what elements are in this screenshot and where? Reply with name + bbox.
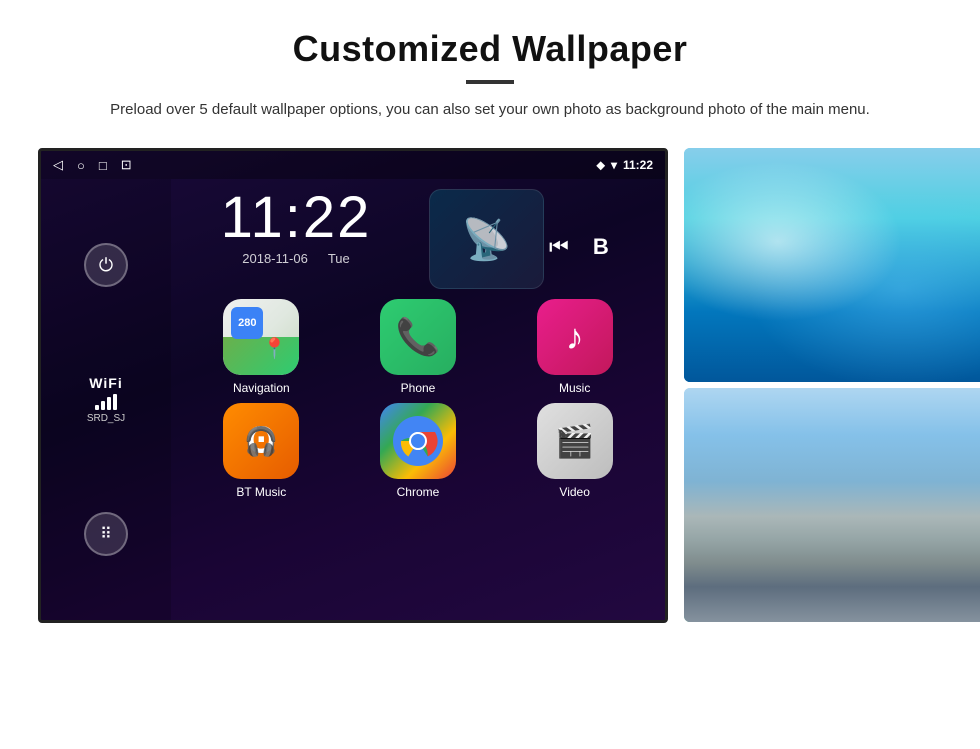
wifi-bar-2 bbox=[101, 401, 105, 410]
wifi-broadcast-icon: 📡 bbox=[462, 216, 512, 263]
sidebar: ⏻ WiFi SRD_SJ ⠿ bbox=[41, 179, 171, 620]
time-display: 11:22 bbox=[623, 158, 653, 172]
nav-badge: 280 bbox=[231, 307, 263, 339]
clock-date-value: 2018-11-06 bbox=[242, 251, 308, 266]
wallpaper-thumbnails: CarSetting bbox=[684, 148, 980, 640]
wifi-label: WiFi bbox=[87, 375, 125, 391]
clock-time: 11:22 bbox=[171, 189, 421, 247]
wifi-info: WiFi SRD_SJ bbox=[87, 375, 125, 424]
bridge-wallpaper-svg bbox=[684, 388, 980, 622]
music-note-symbol: ♪ bbox=[566, 316, 584, 358]
wallpaper-ice[interactable] bbox=[684, 148, 980, 382]
status-bar: ◁ ○ □ ⊡ ⬥ ▾ 11:22 bbox=[41, 151, 665, 179]
content-area: ◁ ○ □ ⊡ ⬥ ▾ 11:22 ⏻ WiFi bbox=[0, 148, 980, 640]
ice-wallpaper-svg bbox=[684, 148, 980, 382]
back-icon[interactable]: ◁ bbox=[53, 157, 63, 173]
phone-label: Phone bbox=[401, 381, 436, 395]
navigation-label: Navigation bbox=[233, 381, 290, 395]
video-icon: 🎬 bbox=[537, 403, 613, 479]
clock-section: 11:22 2018-11-06 Tue bbox=[171, 189, 421, 266]
nav-pin-icon: 📍 bbox=[262, 336, 287, 361]
music-label: Music bbox=[559, 381, 590, 395]
nav-icons: ◁ ○ □ ⊡ bbox=[53, 157, 132, 173]
video-label: Video bbox=[559, 485, 589, 499]
phone-symbol: 📞 bbox=[396, 316, 441, 358]
recents-icon[interactable]: □ bbox=[99, 158, 107, 173]
app-grid: 280 📍 Navigation 📞 Phone bbox=[171, 299, 665, 515]
video-symbol: 🎬 bbox=[555, 422, 595, 460]
app-music[interactable]: ♪ Music bbox=[500, 299, 649, 395]
page-title: Customized Wallpaper bbox=[80, 28, 900, 70]
app-video[interactable]: 🎬 Video bbox=[500, 403, 649, 499]
app-navigation[interactable]: 280 📍 Navigation bbox=[187, 299, 336, 395]
chrome-svg bbox=[393, 416, 443, 466]
main-content: 11:22 2018-11-06 Tue 📡 ⏮ B bbox=[171, 179, 665, 620]
status-right: ⬥ ▾ 11:22 bbox=[597, 158, 653, 173]
wifi-bar-3 bbox=[107, 397, 111, 410]
wifi-bar-4 bbox=[113, 394, 117, 410]
page-subtitle: Preload over 5 default wallpaper options… bbox=[80, 98, 900, 122]
btmusic-icon: ʘ 🎧 bbox=[223, 403, 299, 479]
chrome-icon bbox=[380, 403, 456, 479]
title-divider bbox=[466, 80, 514, 84]
location-icon: ⬥ bbox=[597, 158, 605, 173]
wifi-icon: ▾ bbox=[611, 158, 617, 172]
page: Customized Wallpaper Preload over 5 defa… bbox=[0, 0, 980, 640]
navigation-icon: 280 📍 bbox=[223, 299, 299, 375]
music-icon: ♪ bbox=[537, 299, 613, 375]
clock-day: Tue bbox=[328, 251, 350, 266]
apps-button[interactable]: ⠿ bbox=[84, 512, 128, 556]
headphones-symbol: 🎧 bbox=[244, 425, 279, 458]
wifi-network: SRD_SJ bbox=[87, 413, 125, 424]
chrome-label: Chrome bbox=[397, 485, 440, 499]
prev-track-icon[interactable]: ⏮ bbox=[549, 234, 569, 260]
wifi-bars bbox=[87, 394, 125, 410]
screenshot-icon[interactable]: ⊡ bbox=[121, 157, 132, 173]
wallpaper-bridge[interactable] bbox=[684, 388, 980, 622]
phone-icon: 📞 bbox=[380, 299, 456, 375]
android-screen: ◁ ○ □ ⊡ ⬥ ▾ 11:22 ⏻ WiFi bbox=[38, 148, 668, 623]
next-track-label: B bbox=[593, 234, 609, 260]
wifi-bar-1 bbox=[95, 405, 99, 410]
clock-date: 2018-11-06 Tue bbox=[171, 251, 421, 266]
app-btmusic[interactable]: ʘ 🎧 BT Music bbox=[187, 403, 336, 499]
app-phone[interactable]: 📞 Phone bbox=[344, 299, 493, 395]
app-chrome[interactable]: Chrome bbox=[344, 403, 493, 499]
carsetting-label: CarSetting bbox=[684, 626, 980, 640]
btmusic-label: BT Music bbox=[236, 485, 286, 499]
home-icon[interactable]: ○ bbox=[77, 158, 85, 173]
power-button[interactable]: ⏻ bbox=[84, 243, 128, 287]
media-widget: 📡 bbox=[429, 189, 544, 289]
bridge-thumb-wrapper: CarSetting bbox=[684, 388, 980, 640]
page-header: Customized Wallpaper Preload over 5 defa… bbox=[0, 0, 980, 138]
media-controls: ⏮ B bbox=[549, 234, 609, 260]
